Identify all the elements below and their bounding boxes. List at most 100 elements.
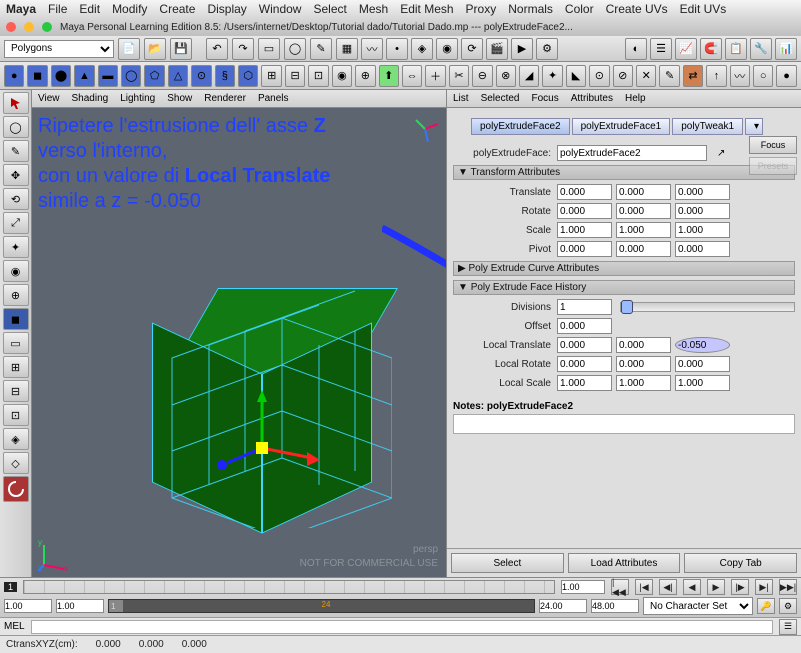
menu-editmesh[interactable]: Edit Mesh	[400, 2, 453, 16]
soft-mod-tool[interactable]: ◉	[3, 260, 29, 282]
select-tool-button[interactable]: ▭	[258, 38, 280, 60]
torus-icon[interactable]: ◯	[121, 65, 141, 87]
local-rotate-y[interactable]	[616, 356, 671, 372]
poke-icon[interactable]: ✦	[542, 65, 562, 87]
range-start-field[interactable]	[4, 599, 52, 613]
zoom-icon[interactable]	[42, 22, 52, 32]
load-attributes-button[interactable]: Load Attributes	[568, 553, 681, 573]
offset-loop-icon[interactable]: ⊗	[496, 65, 516, 87]
snap-grid-button[interactable]: ▦	[336, 38, 358, 60]
select-button[interactable]: Select	[451, 553, 564, 573]
script-editor-button[interactable]: ☰	[779, 619, 797, 635]
bevel-icon[interactable]: ◢	[519, 65, 539, 87]
view-compass-icon[interactable]	[410, 114, 440, 144]
cmd-input[interactable]	[31, 620, 773, 634]
range-end-field[interactable]	[591, 599, 639, 613]
vp-renderer[interactable]: Renderer	[204, 93, 246, 104]
tool-settings-button[interactable]: 🔧	[750, 38, 772, 60]
pipe-icon[interactable]: ⊙	[191, 65, 211, 87]
menu-maya[interactable]: Maya	[6, 2, 36, 16]
hypershade-view[interactable]: ◈	[3, 428, 29, 450]
universal-manip-tool[interactable]: ✦	[3, 236, 29, 258]
rotate-z[interactable]	[675, 203, 730, 219]
command-line[interactable]: MEL ☰	[0, 617, 801, 635]
menu-file[interactable]: File	[48, 2, 67, 16]
menu-edit[interactable]: Edit	[79, 2, 100, 16]
translate-x[interactable]	[557, 184, 612, 200]
mac-menubar[interactable]: Maya File Edit Modify Create Display Win…	[0, 0, 801, 18]
viewport-menubar[interactable]: View Shading Lighting Show Renderer Pane…	[32, 90, 446, 108]
next-key-button[interactable]: ▶|	[755, 579, 773, 595]
time-field[interactable]	[561, 580, 605, 594]
time-slider[interactable]: 1 |◀◀ |◀ ◀| ◀ ▶ |▶ ▶| ▶▶| 1 24 No Charac…	[0, 577, 801, 617]
ipr-button[interactable]: ▶	[511, 38, 533, 60]
save-scene-button[interactable]: 💾	[170, 38, 192, 60]
four-view[interactable]: ⊞	[3, 356, 29, 378]
move-manipulator-icon[interactable]	[217, 390, 320, 470]
play-back-button[interactable]: ◀	[683, 579, 701, 595]
normals-icon[interactable]: ↑	[706, 65, 726, 87]
vp-lighting[interactable]: Lighting	[120, 93, 155, 104]
vp-view[interactable]: View	[38, 93, 60, 104]
play-end-field[interactable]	[539, 599, 587, 613]
menu-normals[interactable]: Normals	[508, 2, 553, 16]
channel-box-button[interactable]: 📊	[775, 38, 797, 60]
vp-show[interactable]: Show	[167, 93, 192, 104]
cylinder-icon[interactable]: ⬤	[51, 65, 71, 87]
snap-curve-button[interactable]: 〰	[361, 38, 383, 60]
attr-attributes[interactable]: Attributes	[571, 93, 613, 104]
persp-graph-view[interactable]: ⊡	[3, 404, 29, 426]
rotate-y[interactable]	[616, 203, 671, 219]
menu-edituvs[interactable]: Edit UVs	[680, 2, 727, 16]
cube-icon[interactable]: ◼	[27, 65, 47, 87]
local-scale-y[interactable]	[616, 375, 671, 391]
node-tabs[interactable]: polyExtrudeFace2 polyExtrudeFace1 polyTw…	[471, 118, 795, 135]
menu-create[interactable]: Create	[159, 2, 195, 16]
section-curve[interactable]: ▶ Poly Extrude Curve Attributes	[453, 261, 795, 276]
section-history[interactable]: ▼ Poly Extrude Face History	[453, 280, 795, 295]
select-tool[interactable]	[3, 92, 29, 114]
go-to-button[interactable]: ↗	[717, 148, 725, 159]
cone-icon[interactable]: ▲	[74, 65, 94, 87]
smooth-icon[interactable]: ◉	[332, 65, 352, 87]
insert-loop-icon[interactable]: ⊖	[472, 65, 492, 87]
local-scale-z[interactable]	[675, 375, 730, 391]
character-set-dropdown[interactable]: No Character Set	[643, 597, 753, 615]
vp-panels[interactable]: Panels	[258, 93, 289, 104]
divisions-field[interactable]	[557, 299, 612, 315]
anim-prefs-button[interactable]: ⚙	[779, 598, 797, 614]
snap-live-button[interactable]: ◉	[436, 38, 458, 60]
node-name-field[interactable]	[557, 145, 707, 161]
paint-select-tool[interactable]: ✎	[3, 140, 29, 162]
attr-selected[interactable]: Selected	[481, 93, 520, 104]
graph-button[interactable]: 📈	[675, 38, 697, 60]
separate-icon[interactable]: ⊟	[285, 65, 305, 87]
presets-button[interactable]: Presets	[749, 157, 797, 175]
persp-outliner-view[interactable]: ⊟	[3, 380, 29, 402]
local-translate-x[interactable]	[557, 337, 612, 353]
menu-color[interactable]: Color	[565, 2, 594, 16]
menu-mesh[interactable]: Mesh	[359, 2, 388, 16]
booleans-icon[interactable]: ⊕	[355, 65, 375, 87]
mode-dropdown[interactable]: Polygons	[4, 40, 114, 58]
snap-plane-button[interactable]: ◈	[411, 38, 433, 60]
translate-y[interactable]	[616, 184, 671, 200]
rotate-x[interactable]	[557, 203, 612, 219]
rotate-tool[interactable]: ⟲	[3, 188, 29, 210]
prism-icon[interactable]: ⬠	[144, 65, 164, 87]
local-translate-z[interactable]	[675, 337, 730, 353]
notes-field[interactable]	[453, 414, 795, 434]
attr-help[interactable]: Help	[625, 93, 646, 104]
render-view-button[interactable]: 🎬	[486, 38, 508, 60]
local-rotate-x[interactable]	[557, 356, 612, 372]
scale-y[interactable]	[616, 222, 671, 238]
collapse-icon[interactable]: ⊘	[613, 65, 633, 87]
paint-select-button[interactable]: ✎	[310, 38, 332, 60]
local-rotate-z[interactable]	[675, 356, 730, 372]
poly-cube-mesh[interactable]	[152, 288, 372, 508]
new-scene-button[interactable]: 📄	[118, 38, 140, 60]
hypershade-button[interactable]: ◐	[625, 38, 647, 60]
split-poly-icon[interactable]: ✂	[449, 65, 469, 87]
soften-icon[interactable]: ○	[753, 65, 773, 87]
persp-hyper-view[interactable]: ◇	[3, 452, 29, 474]
